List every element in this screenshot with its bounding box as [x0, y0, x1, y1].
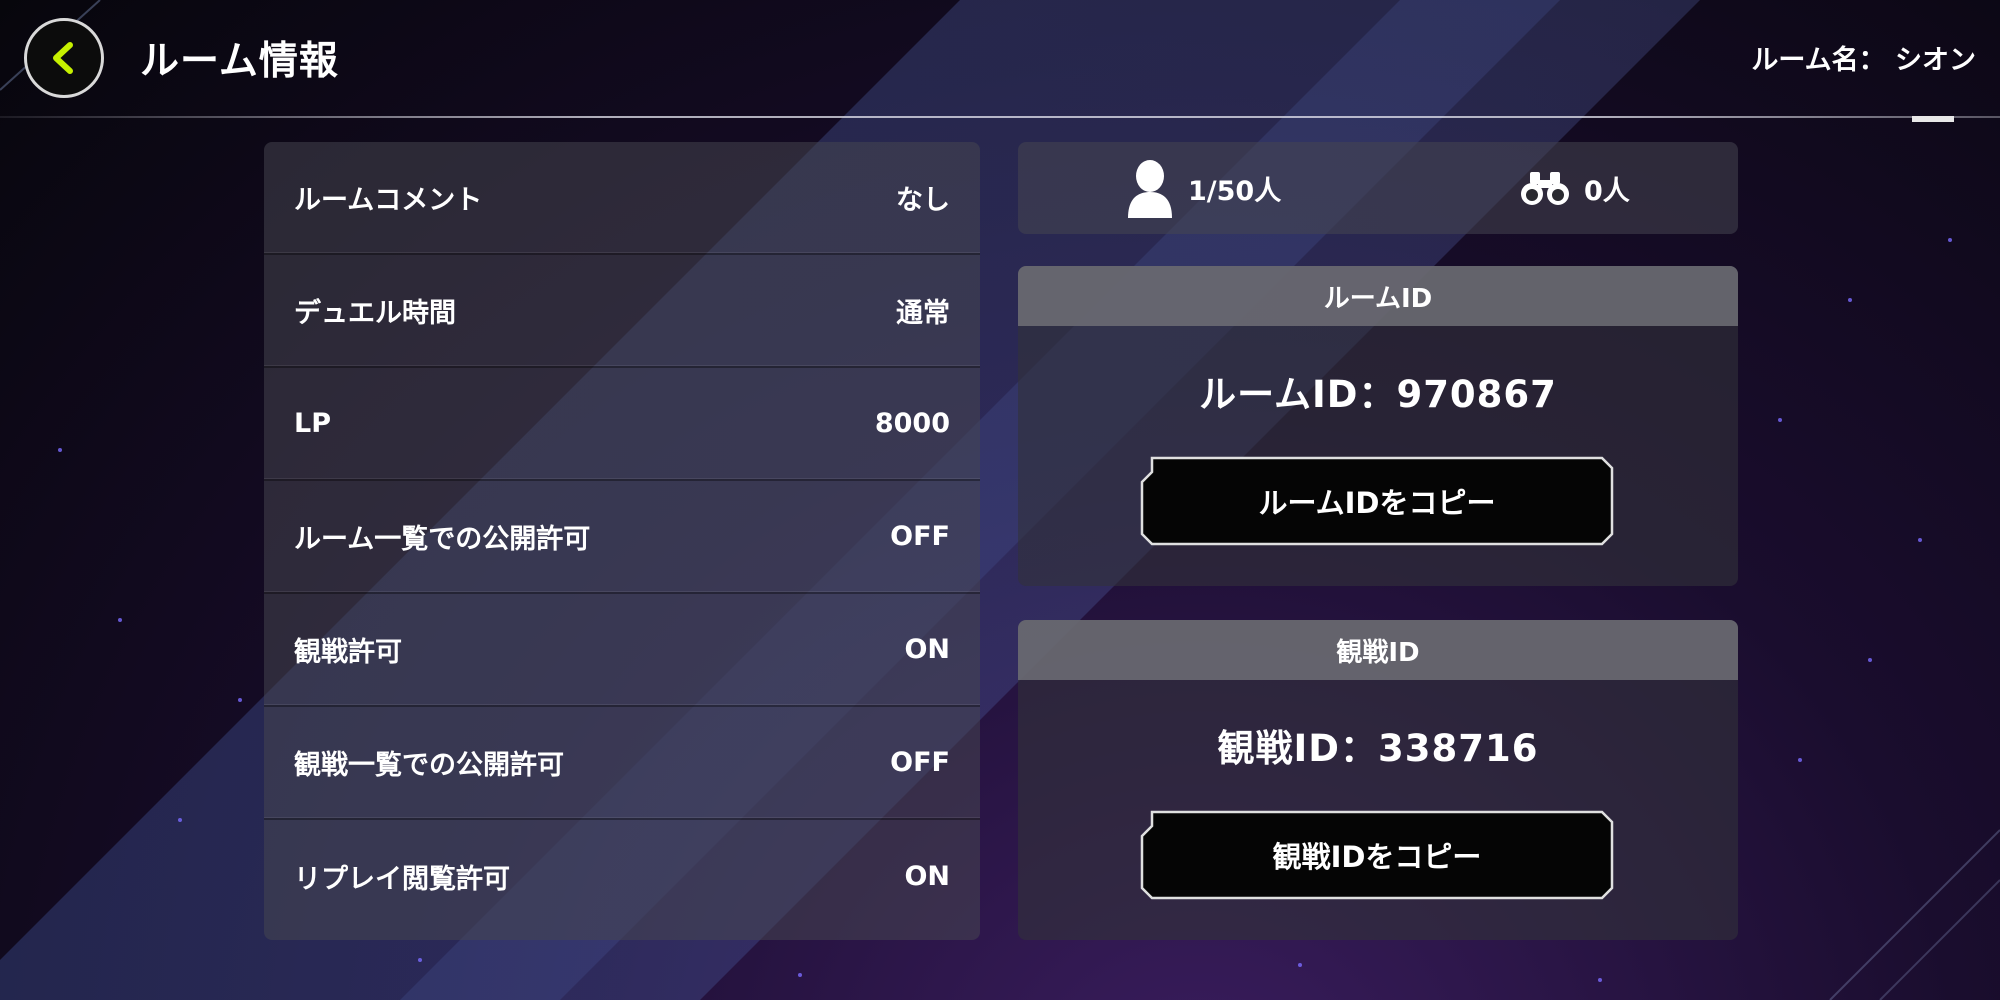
setting-value: OFF [890, 521, 950, 552]
copy-room-id-label: ルームIDをコピー [1258, 486, 1496, 520]
header-bar: ルーム情報 ルーム名： シオン [0, 0, 2000, 122]
spectator-count-text: 0人 [1584, 175, 1630, 207]
room-settings-panel: ルームコメント なし デュエル時間 通常 LP 8000 ルーム一覧での公開許可… [264, 142, 980, 940]
setting-row-room-comment: ルームコメント なし [264, 142, 980, 255]
setting-label: リプレイ閲覧許可 [294, 864, 510, 895]
player-count-text: 1/50人 [1188, 175, 1282, 207]
setting-value: ON [904, 634, 950, 665]
header-tick [1912, 116, 1954, 122]
setting-row-duel-time: デュエル時間 通常 [264, 255, 980, 368]
setting-value: ON [904, 861, 950, 892]
copy-watch-id-label: 観戦IDをコピー [1272, 840, 1482, 874]
copy-room-id-button[interactable]: ルームIDをコピー [1140, 456, 1614, 546]
chevron-left-icon [53, 42, 73, 74]
back-button[interactable] [24, 18, 104, 98]
watch-id-card-header: 観戦ID [1018, 620, 1738, 680]
setting-label: LP [294, 408, 331, 439]
setting-row-replay-view: リプレイ閲覧許可 ON [264, 820, 980, 933]
setting-value: なし [896, 185, 950, 216]
setting-value: 通常 [896, 298, 950, 329]
setting-label: ルーム一覧での公開許可 [294, 524, 591, 555]
setting-label: デュエル時間 [294, 298, 456, 329]
setting-row-spectate-list-public: 観戦一覧での公開許可 OFF [264, 707, 980, 820]
copy-watch-id-button[interactable]: 観戦IDをコピー [1140, 810, 1614, 900]
setting-row-room-list-public: ルーム一覧での公開許可 OFF [264, 481, 980, 594]
setting-row-spectate-allowed: 観戦許可 ON [264, 594, 980, 707]
setting-value: 8000 [874, 408, 950, 439]
setting-label: 観戦一覧での公開許可 [294, 750, 564, 781]
setting-row-lp: LP 8000 [264, 368, 980, 481]
watch-id-card: 観戦ID 観戦ID：338716 観戦IDをコピー [1018, 620, 1738, 940]
header-divider [0, 116, 2000, 118]
person-icon [1128, 160, 1172, 218]
player-count: 1/50人 [1126, 142, 1281, 234]
page-title: ルーム情報 [140, 39, 339, 84]
room-id-card-header: ルームID [1018, 266, 1738, 326]
setting-value: OFF [890, 747, 950, 778]
room-id-value: ルームID：970867 [1199, 373, 1557, 416]
participant-count-panel: 1/50人 0人 [1018, 142, 1738, 234]
setting-label: 観戦許可 [294, 637, 402, 668]
room-name-label: ルーム名： シオン [1751, 45, 1976, 76]
binoculars-icon [1521, 172, 1569, 205]
spectator-count: 0人 [1520, 142, 1630, 234]
watch-id-value: 観戦ID：338716 [1217, 727, 1539, 770]
setting-label: ルームコメント [294, 185, 483, 216]
room-id-card: ルームID ルームID：970867 ルームIDをコピー [1018, 266, 1738, 586]
